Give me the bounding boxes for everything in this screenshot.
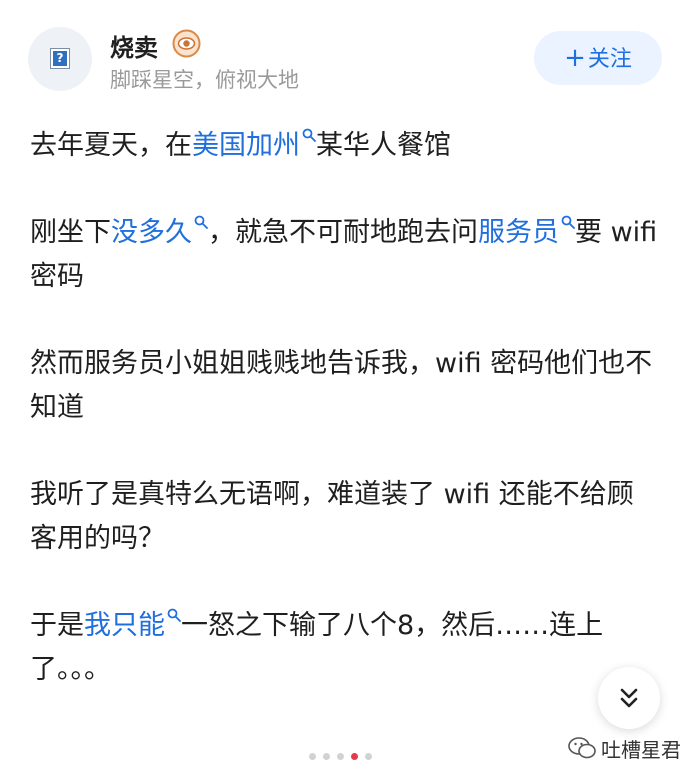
avatar[interactable]: ? bbox=[28, 27, 92, 91]
eye-badge-icon bbox=[172, 29, 201, 58]
page-dot[interactable] bbox=[365, 753, 372, 760]
paragraph-text: 然而服务员小姐姐贱贱地告诉我，wifi 密码他们也不知道 bbox=[30, 348, 653, 423]
post-paragraph: 然而服务员小姐姐贱贱地告诉我，wifi 密码他们也不知道 bbox=[30, 342, 660, 430]
post-paragraph: 我听了是真特么无语啊，难道装了 wifi 还能不给顾客用的吗？ bbox=[30, 473, 660, 561]
search-keyword-icon[interactable] bbox=[194, 215, 208, 229]
search-keyword-icon[interactable] bbox=[167, 608, 181, 622]
follow-label: 关注 bbox=[587, 47, 632, 72]
plus-icon: + bbox=[564, 43, 586, 73]
page-dot[interactable] bbox=[323, 753, 330, 760]
wechat-icon bbox=[568, 737, 596, 759]
paragraph-text: 某华人餐馆 bbox=[316, 130, 451, 161]
page-dot[interactable] bbox=[309, 753, 316, 760]
author-bio: 脚踩星空，俯视大地 bbox=[110, 68, 299, 92]
keyword-link[interactable]: 没多久 bbox=[111, 217, 192, 248]
keyword-link[interactable]: 我只能 bbox=[84, 610, 165, 641]
search-keyword-icon[interactable] bbox=[302, 128, 316, 142]
paragraph-text: ，就急不可耐地跑去问 bbox=[208, 217, 478, 248]
search-keyword-icon[interactable] bbox=[561, 215, 575, 229]
paragraph-text: 刚坐下 bbox=[30, 217, 111, 248]
scroll-down-button[interactable] bbox=[598, 667, 660, 729]
paragraph-text: 去年夏天，在 bbox=[30, 130, 192, 161]
paragraph-text: 我听了是真特么无语啊，难道装了 wifi 还能不给顾客用的吗？ bbox=[30, 479, 634, 554]
post-body: 去年夏天，在美国加州 某华人餐馆 刚坐下没多久 ，就急不可耐地跑去问服务员要 wifi… bbox=[30, 120, 660, 735]
post-paragraph: 于是我只能 一怒之下输了八个8，然后……连上了。。。 bbox=[30, 604, 660, 692]
paragraph-text: 于是 bbox=[30, 610, 84, 641]
follow-button[interactable]: +关注 bbox=[534, 31, 662, 85]
page-dot[interactable] bbox=[351, 753, 358, 760]
post-paragraph: 去年夏天，在美国加州 某华人餐馆 bbox=[30, 124, 660, 168]
broken-image-icon: ? bbox=[50, 48, 70, 69]
watermark-text: 吐槽星君 bbox=[601, 738, 681, 762]
post-paragraph: 刚坐下没多久 ，就急不可耐地跑去问服务员要 wifi 密码 bbox=[30, 211, 660, 299]
keyword-link[interactable]: 美国加州 bbox=[192, 130, 300, 161]
double-chevron-down-icon bbox=[620, 688, 638, 708]
page-dot[interactable] bbox=[337, 753, 344, 760]
post-header: ? 烧卖 脚踩星空，俯视大地 +关注 bbox=[0, 0, 690, 110]
author-name[interactable]: 烧卖 bbox=[110, 28, 158, 63]
keyword-link[interactable]: 服务员 bbox=[478, 217, 559, 248]
